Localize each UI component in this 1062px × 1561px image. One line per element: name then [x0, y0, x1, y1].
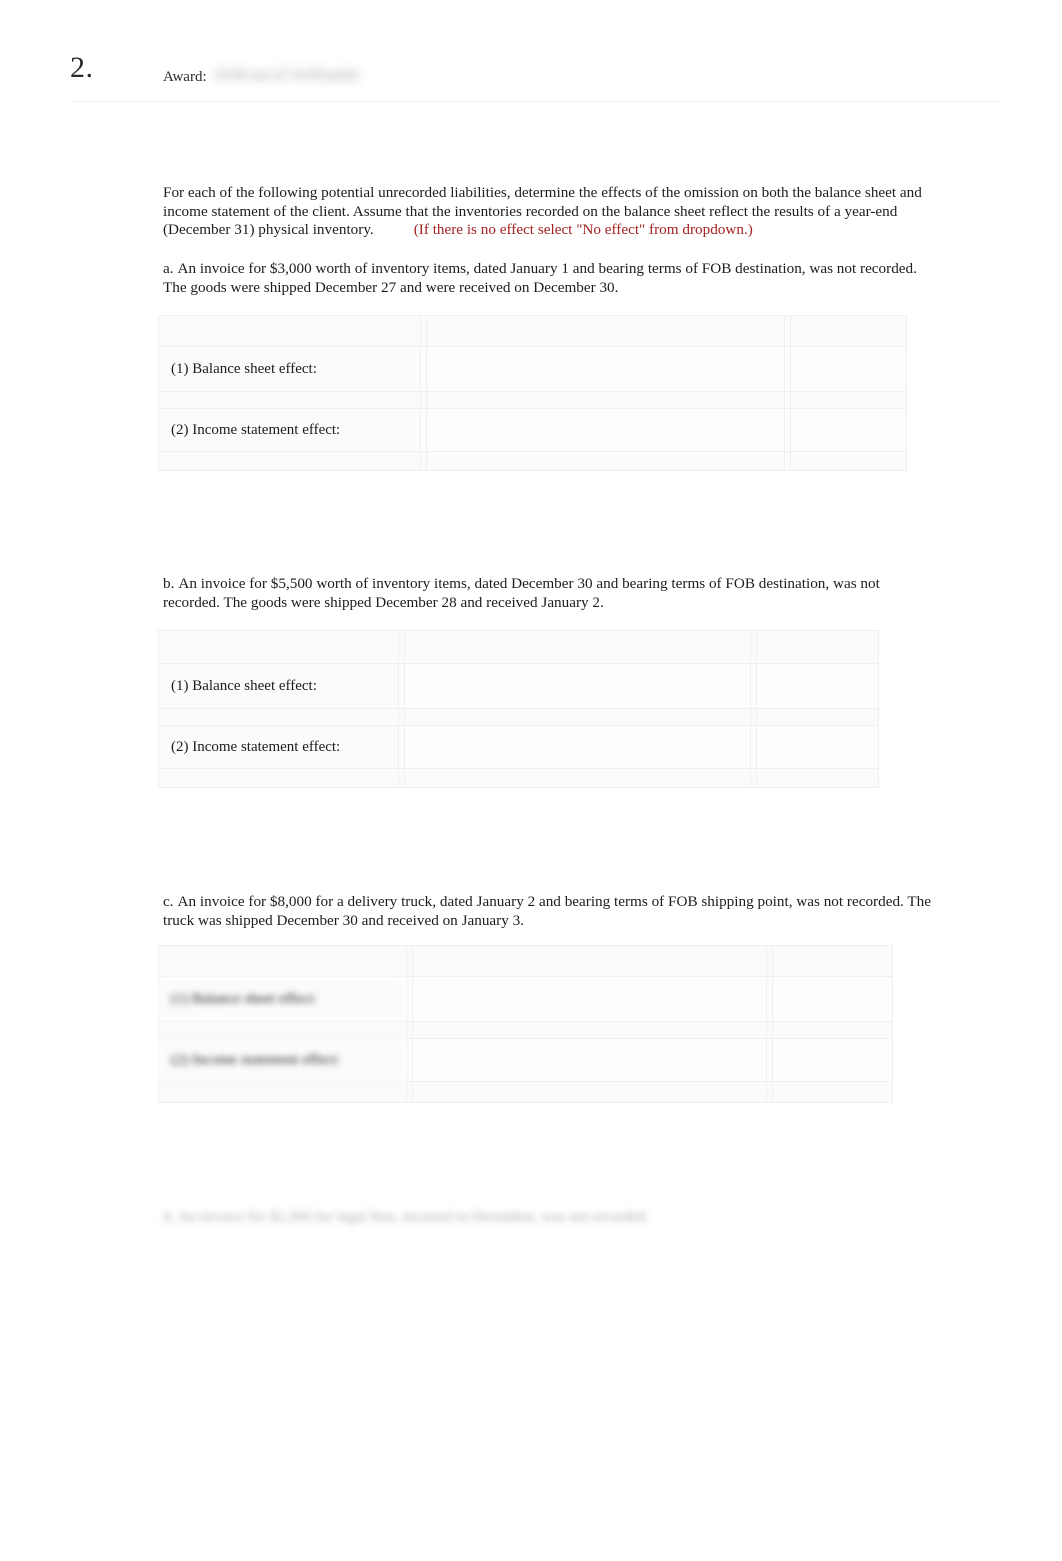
answer-select-balance-sheet-a[interactable] [426, 346, 785, 392]
row-label-balance-sheet-a: (1) Balance sheet effect: [158, 346, 421, 392]
table-row: (2) Income statement effect: [158, 725, 879, 769]
table-row: (1) Balance sheet effect: [158, 976, 893, 1022]
answer-table-c: (1) Balance sheet effect: (2) Income sta… [158, 945, 893, 1103]
row-label-income-statement-c: (2) Income statement effect: [158, 1038, 407, 1082]
item-b-text: b. An invoice for $5,500 worth of invento… [163, 575, 931, 612]
table-row: (1) Balance sheet effect: [158, 663, 879, 709]
instructions-paragraph: For each of the following potential unre… [163, 184, 933, 240]
row-label-balance-sheet-b: (1) Balance sheet effect: [158, 663, 399, 709]
item-b-body: An invoice for $5,500 worth of inventory… [163, 575, 880, 611]
table-row [158, 315, 907, 347]
answer-select-balance-sheet-c[interactable] [412, 976, 767, 1022]
table-row: (2) Income statement effect: [158, 1038, 893, 1082]
answer-select-income-statement-c[interactable] [412, 1038, 767, 1082]
amount-input-balance-sheet-b[interactable] [756, 663, 879, 709]
row-label-income-statement-b: (2) Income statement effect: [158, 725, 399, 769]
item-a-marker: a. [163, 260, 174, 277]
table-row [158, 768, 879, 788]
table-row [158, 1081, 893, 1103]
answer-select-balance-sheet-b[interactable] [404, 663, 751, 709]
amount-input-income-statement-b[interactable] [756, 725, 879, 769]
item-b-marker: b. [163, 575, 175, 592]
item-c-marker: c. [163, 893, 174, 910]
award-value-redacted: 10.00 out of 10.00 points [213, 67, 359, 83]
amount-input-balance-sheet-c[interactable] [772, 976, 893, 1022]
row-label-income-statement-a: (2) Income statement effect: [158, 408, 421, 452]
table-row [158, 630, 879, 664]
header-divider [72, 101, 1002, 102]
table-row [158, 708, 879, 726]
item-a-body: An invoice for $3,000 worth of inventory… [163, 260, 917, 296]
item-c-body: An invoice for $8,000 for a delivery tru… [163, 893, 931, 929]
question-number: 2. [70, 51, 94, 84]
answer-select-income-statement-a[interactable] [426, 408, 785, 452]
item-d-text-redacted: d. An invoice for $1,500 for legal fees,… [163, 1208, 650, 1225]
amount-input-income-statement-c[interactable] [772, 1038, 893, 1082]
table-row [158, 451, 907, 471]
question-header: 2. Award: 10.00 out of 10.00 points [0, 0, 1062, 108]
amount-input-balance-sheet-a[interactable] [790, 346, 907, 392]
row-label-balance-sheet-c: (1) Balance sheet effect: [158, 976, 407, 1022]
table-row [158, 391, 907, 409]
item-c-text: c. An invoice for $8,000 for a delivery t… [163, 893, 931, 930]
award-label: Award: [163, 69, 207, 85]
answer-table-a: (1) Balance sheet effect: (2) Income sta… [158, 315, 907, 471]
table-row [158, 1021, 893, 1039]
amount-input-income-statement-a[interactable] [790, 408, 907, 452]
answer-select-income-statement-b[interactable] [404, 725, 751, 769]
answer-table-b: (1) Balance sheet effect: (2) Income sta… [158, 630, 879, 788]
no-effect-note: (If there is no effect select "No effect… [413, 221, 753, 239]
table-row: (2) Income statement effect: [158, 408, 907, 452]
item-a-text: a. An invoice for $3,000 worth of invento… [163, 260, 931, 297]
table-row [158, 945, 893, 977]
table-row: (1) Balance sheet effect: [158, 346, 907, 392]
